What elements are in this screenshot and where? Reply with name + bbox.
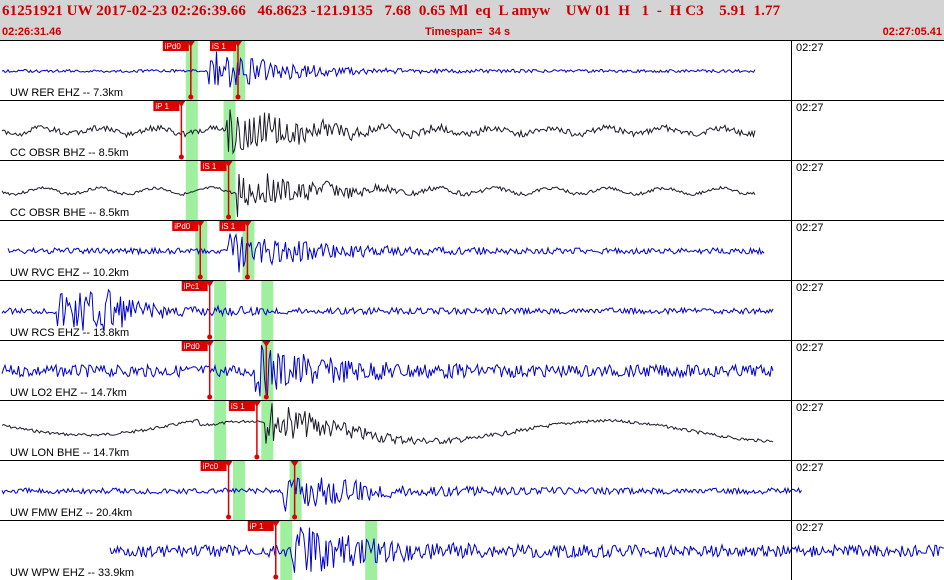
minute-gridline (791, 101, 792, 160)
minute-gridline (791, 161, 792, 220)
pick-marker-foot (292, 514, 298, 520)
minute-label: 02:27 (796, 282, 824, 294)
timespan-label: Timespan= 34 s (425, 26, 511, 38)
station-label: UW RER EHZ -- 7.3km (10, 87, 124, 99)
pick-marker-foot (273, 574, 279, 580)
pick-marker-foot (226, 214, 232, 220)
minute-gridline (791, 401, 792, 460)
minute-gridline (791, 41, 792, 100)
station-label: UW FMW EHZ -- 20.4km (10, 507, 133, 519)
pick-label: iP 1 (250, 522, 264, 531)
minute-label: 02:27 (796, 162, 824, 174)
trace-panel[interactable]: iPc1 02:27 UW RCS EHZ -- 13.8km (0, 280, 944, 340)
pick-label: iS 1 (231, 402, 245, 411)
window-start-time: 02:26:31.46 (2, 26, 62, 38)
pick-marker-foot (254, 454, 260, 460)
waveform-trace (1, 403, 774, 446)
trace-panel[interactable]: iP 1 02:27 CC OBSR BHZ -- 8.5km (0, 100, 944, 160)
pick-label: iPd0 (165, 42, 182, 51)
event-header: 61251921 UW 2017-02-23 02:26:39.66 46.86… (0, 0, 944, 40)
waveform-trace (1, 51, 756, 88)
station-label: UW WPW EHZ -- 33.9km (10, 567, 135, 579)
waveform-trace (1, 288, 774, 332)
pick-marker-foot (235, 94, 241, 100)
waveform-trace (109, 527, 944, 573)
trace-panel[interactable]: iS 1 02:27 CC OBSR BHE -- 8.5km (0, 160, 944, 220)
trace-panel[interactable]: iPd0 iS 1 02:27 UW RVC EHZ -- 10.2km (0, 220, 944, 280)
pick-marker-foot (207, 394, 213, 400)
trace-panel[interactable]: iPd0 02:27 UW LO2 EHZ -- 14.7km (0, 340, 944, 400)
minute-label: 02:27 (796, 522, 824, 534)
station-label: UW LON BHE -- 14.7km (10, 447, 130, 459)
trace-panel[interactable]: iS 1 02:27 UW LON BHE -- 14.7km (0, 400, 944, 460)
pick-label: iP 1 (155, 102, 169, 111)
minute-label: 02:27 (796, 102, 824, 114)
pick-label: iPd0 (184, 342, 201, 351)
pick-label: iPc1 (184, 282, 200, 291)
minute-label: 02:27 (796, 342, 824, 354)
pick-marker-foot (188, 94, 194, 100)
event-summary-line: 61251921 UW 2017-02-23 02:26:39.66 46.86… (2, 3, 781, 19)
minute-label: 02:27 (796, 402, 824, 414)
trace-panel[interactable]: iP 1 02:27 UW WPW EHZ -- 33.9km (0, 520, 944, 580)
station-label: UW RCS EHZ -- 13.8km (10, 327, 130, 339)
pick-label: iS 1 (212, 42, 226, 51)
pick-marker-foot (226, 514, 232, 520)
minute-label: 02:27 (796, 462, 824, 474)
minute-label: 02:27 (796, 222, 824, 234)
minute-label: 02:27 (796, 42, 824, 54)
station-label: UW RVC EHZ -- 10.2km (10, 267, 129, 279)
pick-window (214, 401, 227, 460)
seismogram-trace-stack[interactable]: iPd0 iS 1 02:27 UW RER EHZ -- 7.3km iP 1 02:2… (0, 40, 944, 580)
trace-panel[interactable]: iPc0 02:27 UW FMW EHZ -- 20.4km (0, 460, 944, 520)
pick-marker-foot (244, 274, 250, 280)
window-end-time: 02:27:05.41 (882, 26, 942, 38)
pick-marker-foot (178, 154, 184, 160)
station-label: CC OBSR BHE -- 8.5km (10, 207, 130, 219)
pick-marker-foot (263, 394, 269, 400)
pick-label: iS 1 (221, 222, 235, 231)
minute-gridline (791, 341, 792, 400)
minute-gridline (791, 521, 792, 580)
minute-gridline (791, 221, 792, 280)
pick-label: iS 1 (203, 162, 217, 171)
pick-label: iPc0 (203, 462, 219, 471)
station-label: CC OBSR BHZ -- 8.5km (10, 147, 129, 159)
trace-panel[interactable]: iPd0 iS 1 02:27 UW RER EHZ -- 7.3km (0, 40, 944, 100)
station-label: UW LO2 EHZ -- 14.7km (10, 387, 127, 399)
minute-gridline (791, 461, 792, 520)
pick-marker-foot (207, 334, 213, 340)
pick-label: iPd0 (174, 222, 191, 231)
pick-marker-foot (197, 274, 203, 280)
minute-gridline (791, 281, 792, 340)
